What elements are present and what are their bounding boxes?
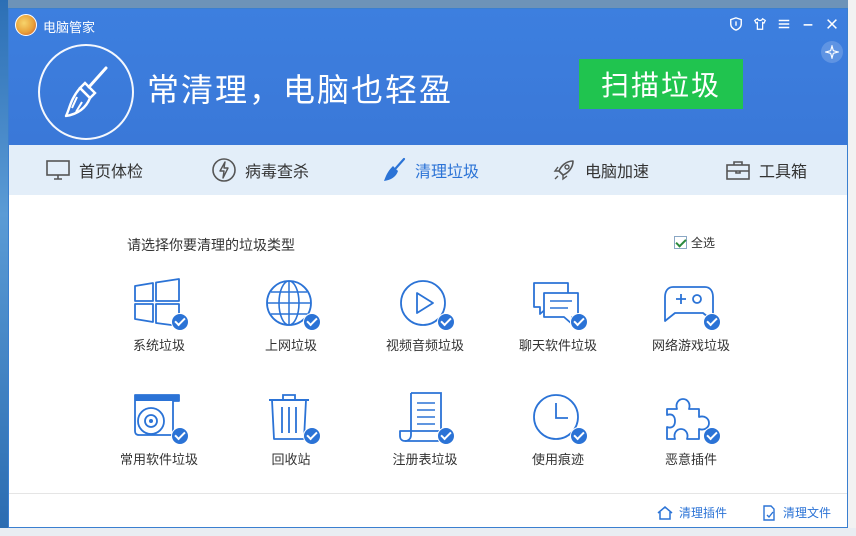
checked-badge-icon — [303, 313, 321, 331]
junk-item-label: 系统垃圾 — [132, 339, 185, 354]
app-title: 电脑管家 — [43, 21, 96, 36]
checked-badge-icon — [437, 313, 455, 331]
clean-files-label: 清理文件 — [783, 506, 832, 520]
broom-icon — [38, 44, 134, 140]
titlebar[interactable]: 电脑管家 — [9, 9, 847, 39]
monitor-icon — [46, 160, 70, 180]
home-icon — [657, 505, 673, 520]
tab-toolbox[interactable]: 工具箱 — [725, 145, 807, 195]
checked-badge-icon — [303, 427, 321, 445]
desktop-background-right — [848, 0, 856, 536]
junk-item-malicious-plugins[interactable]: 恶意插件 — [629, 391, 749, 481]
header: 电脑管家 常清理，电脑也轻盈 扫描垃圾 — [9, 9, 847, 145]
content-title: 请选择你要清理的垃圾类型 — [127, 238, 295, 254]
tab-label: 清理垃圾 — [415, 162, 480, 181]
junk-item-online-games[interactable]: 网络游戏垃圾 — [629, 277, 749, 367]
tab-label: 电脑加速 — [585, 162, 650, 181]
junk-item-label: 聊天软件垃圾 — [518, 339, 597, 354]
tab-label: 病毒查杀 — [245, 162, 310, 181]
menu-icon[interactable] — [775, 15, 793, 33]
junk-item-recycle-bin[interactable]: 回收站 — [229, 391, 349, 481]
footer: 清理插件 清理文件 — [9, 493, 847, 527]
file-icon — [763, 504, 775, 521]
junk-item-label: 网络游戏垃圾 — [651, 339, 730, 354]
shield-icon[interactable] — [727, 15, 745, 33]
desktop-background-left — [0, 0, 8, 536]
checkbox-checked[interactable] — [674, 236, 687, 249]
close-icon[interactable] — [823, 15, 841, 33]
junk-item-label: 上网垃圾 — [264, 339, 317, 354]
toolbox-icon — [726, 161, 750, 180]
junk-item-label: 常用软件垃圾 — [119, 453, 198, 468]
sparkle-icon[interactable] — [821, 41, 843, 63]
app-window: 电脑管家 常清理，电脑也轻盈 扫描垃圾 首页体检 病毒查杀 清理垃圾 电脑加速 … — [8, 8, 848, 528]
tab-clean-junk[interactable]: 清理垃圾 — [381, 145, 479, 195]
junk-item-common-software[interactable]: 常用软件垃圾 — [97, 391, 217, 481]
checked-badge-icon — [437, 427, 455, 445]
scan-junk-button[interactable]: 扫描垃圾 — [579, 59, 743, 109]
junk-item-label: 视频音频垃圾 — [385, 339, 464, 354]
junk-item-system[interactable]: 系统垃圾 — [97, 277, 217, 367]
tab-bar: 首页体检 病毒查杀 清理垃圾 电脑加速 工具箱 — [9, 145, 847, 195]
junk-item-usage-traces[interactable]: 使用痕迹 — [496, 391, 616, 481]
checked-badge-icon — [570, 313, 588, 331]
slogan: 常清理，电脑也轻盈 — [147, 71, 454, 109]
rocket-icon — [553, 160, 574, 181]
clean-plugins-label: 清理插件 — [679, 506, 728, 520]
checked-badge-icon — [171, 427, 189, 445]
junk-item-chat-software[interactable]: 聊天软件垃圾 — [496, 277, 616, 367]
lightning-icon — [212, 158, 236, 182]
junk-item-video-audio[interactable]: 视频音频垃圾 — [363, 277, 483, 367]
select-all-label: 全选 — [691, 236, 716, 250]
checked-badge-icon — [171, 313, 189, 331]
junk-item-label: 使用痕迹 — [531, 453, 584, 468]
checked-badge-icon — [570, 427, 588, 445]
broom-icon — [384, 157, 406, 181]
checked-badge-icon — [703, 313, 721, 331]
tab-home-check[interactable]: 首页体检 — [45, 145, 143, 195]
select-all-checkbox[interactable]: 全选 — [674, 234, 715, 251]
tab-virus-scan[interactable]: 病毒查杀 — [211, 145, 309, 195]
tab-label: 首页体检 — [79, 162, 144, 181]
junk-item-label: 注册表垃圾 — [392, 453, 458, 468]
checked-badge-icon — [703, 427, 721, 445]
junk-item-internet[interactable]: 上网垃圾 — [229, 277, 349, 367]
desktop-background-bottom — [0, 528, 856, 536]
window-controls — [727, 13, 841, 35]
clean-files-link[interactable]: 清理文件 — [761, 504, 831, 521]
clean-plugins-link[interactable]: 清理插件 — [657, 504, 727, 521]
minimize-icon[interactable] — [799, 15, 817, 33]
content-panel: 请选择你要清理的垃圾类型 全选 系统垃圾 上网垃圾 视频音频垃圾 聊天软件垃圾 … — [9, 195, 847, 493]
junk-item-label: 恶意插件 — [664, 453, 717, 468]
tab-label: 工具箱 — [759, 162, 808, 181]
tshirt-icon[interactable] — [751, 15, 769, 33]
tab-speed-up[interactable]: 电脑加速 — [551, 145, 649, 195]
app-logo-icon — [15, 14, 37, 36]
junk-item-registry[interactable]: 注册表垃圾 — [363, 391, 483, 481]
junk-item-label: 回收站 — [271, 453, 311, 468]
